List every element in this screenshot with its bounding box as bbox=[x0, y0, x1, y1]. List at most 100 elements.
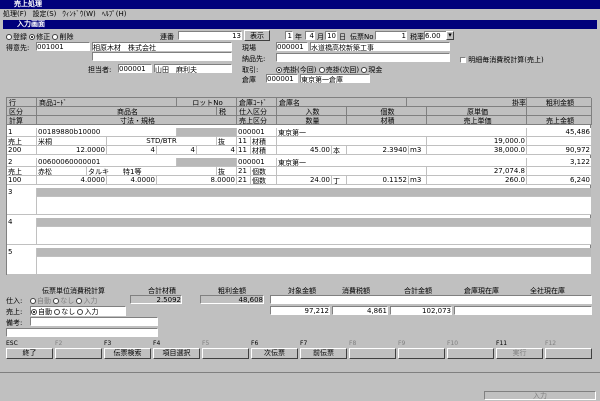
fkey-button[interactable] bbox=[545, 348, 592, 359]
fkey-f5[interactable]: F5 bbox=[202, 340, 249, 360]
row-iri[interactable] bbox=[277, 137, 427, 146]
row-sk[interactable]: 21 bbox=[237, 167, 251, 176]
shiire-none-radio[interactable]: なし bbox=[53, 297, 74, 305]
row-spec4[interactable]: 4 bbox=[197, 146, 237, 155]
fkey-f8[interactable]: F8 bbox=[349, 340, 396, 360]
row-soko[interactable]: 000001 bbox=[237, 158, 277, 167]
tanto-code-input[interactable]: 000001 bbox=[118, 64, 152, 73]
row-spec3[interactable]: 4 bbox=[157, 146, 197, 155]
fkey-esc[interactable]: ESC 終了 bbox=[6, 340, 53, 360]
mode-register-radio[interactable]: 登録 bbox=[6, 33, 27, 41]
row-uk-name: 個数 bbox=[251, 176, 277, 185]
fkey-button[interactable] bbox=[349, 348, 396, 359]
fkey-f2[interactable]: F2 bbox=[55, 340, 102, 360]
row-blank bbox=[527, 167, 592, 176]
meisai-checkbox[interactable]: 明細毎消費税計算(売上) bbox=[460, 55, 544, 65]
bikou-input[interactable] bbox=[30, 317, 158, 326]
menu-help[interactable]: ﾍﾙﾌﾟ(H) bbox=[102, 10, 127, 18]
row-lot[interactable] bbox=[177, 158, 237, 167]
fkey-button[interactable]: 終了 bbox=[6, 348, 53, 359]
day-input[interactable]: 10 bbox=[325, 31, 337, 40]
row-uk[interactable]: 21 bbox=[237, 176, 251, 185]
year-input[interactable]: 1 bbox=[285, 31, 293, 40]
row-iri[interactable] bbox=[277, 167, 427, 176]
row-keisan: 200 bbox=[7, 146, 37, 155]
row-code[interactable]: 00189880b10000 bbox=[37, 128, 177, 137]
tanto-label: 担当者: bbox=[88, 66, 112, 74]
fkey-f11[interactable]: F11 実行 bbox=[496, 340, 543, 360]
fkey-button[interactable]: 前伝票 bbox=[300, 348, 347, 359]
table-row[interactable]: 4 bbox=[7, 218, 592, 246]
fkey-f7[interactable]: F7 前伝票 bbox=[300, 340, 347, 360]
uriage-none-radio[interactable]: なし bbox=[54, 308, 75, 316]
torihiki-current-radio[interactable]: 売掛(今回) bbox=[276, 66, 316, 74]
row-genka[interactable]: 27,074.8 bbox=[427, 167, 527, 176]
shiire-input-radio[interactable]: 入力 bbox=[76, 297, 97, 305]
row-soko[interactable]: 000001 bbox=[237, 128, 277, 137]
fkey-button[interactable]: 次伝票 bbox=[251, 348, 298, 359]
slipno-input[interactable]: 1 bbox=[375, 31, 407, 40]
shiire-label: 仕入: bbox=[6, 297, 23, 305]
row-zei[interactable]: 抜 bbox=[217, 167, 237, 176]
menu-file[interactable]: 処理(F) bbox=[3, 10, 27, 18]
row-tanka[interactable]: 38,000.0 bbox=[427, 146, 527, 155]
month-input[interactable]: 4 bbox=[305, 31, 315, 40]
fkey-f12[interactable]: F12 bbox=[545, 340, 592, 360]
table-row[interactable]: 1 売上 200 00189880b10000 000001 東京第一 45,4… bbox=[7, 128, 592, 156]
col-zaiseki: 材積 bbox=[347, 116, 427, 125]
row-suryo[interactable]: 24.00 bbox=[277, 176, 332, 185]
fkey-button[interactable] bbox=[398, 348, 445, 359]
fkey-button[interactable] bbox=[202, 348, 249, 359]
row-spec1[interactable]: 4.0000 bbox=[37, 176, 107, 185]
uriage-input-radio[interactable]: 入力 bbox=[77, 308, 98, 316]
row-genka[interactable]: 19,000.0 bbox=[427, 137, 527, 146]
genba-code-input[interactable]: 000001 bbox=[276, 42, 308, 51]
fkey-button[interactable] bbox=[447, 348, 494, 359]
row-uk[interactable]: 11 bbox=[237, 146, 251, 155]
fkey-f3[interactable]: F3 伝票検索 bbox=[104, 340, 151, 360]
row-name[interactable]: 赤松 bbox=[37, 167, 87, 176]
soko-code-input[interactable]: 000001 bbox=[266, 74, 298, 83]
customer-code-input[interactable]: 001001 bbox=[36, 42, 90, 51]
row-tanka[interactable]: 260.0 bbox=[427, 176, 527, 185]
mode-edit-radio[interactable]: 修正 bbox=[29, 33, 50, 41]
row-spec2[interactable]: 4.0000 bbox=[107, 176, 157, 185]
app-title: 売上処理 bbox=[14, 0, 42, 8]
fkey-button[interactable]: 項目選択 bbox=[153, 348, 200, 359]
nohin-input[interactable] bbox=[276, 53, 450, 62]
torihiki-cash-radio[interactable]: 現金 bbox=[361, 66, 382, 74]
row-name[interactable]: 米桐 bbox=[37, 137, 107, 146]
fkey-button[interactable]: 伝票検索 bbox=[104, 348, 151, 359]
shiire-auto-radio[interactable]: 自動 bbox=[30, 297, 51, 305]
fkey-f9[interactable]: F9 bbox=[398, 340, 445, 360]
row-zei[interactable]: 抜 bbox=[217, 137, 237, 146]
year-label: 年 bbox=[295, 33, 302, 41]
row-code[interactable]: 00600060000001 bbox=[37, 158, 177, 167]
row-suryo[interactable]: 45.00 bbox=[277, 146, 332, 155]
fkey-f4[interactable]: F4 項目選択 bbox=[153, 340, 200, 360]
fkey-button[interactable]: 実行 bbox=[496, 348, 543, 359]
chevron-down-icon[interactable]: ▾ bbox=[446, 31, 454, 40]
table-row[interactable]: 2 売上 100 00600060000001 000001 東京第一 3,12… bbox=[7, 158, 592, 186]
menu-window[interactable]: ｳｨﾝﾄﾞｳ(W) bbox=[62, 10, 95, 18]
fkey-f6[interactable]: F6 次伝票 bbox=[251, 340, 298, 360]
menu-settings[interactable]: 設定(S) bbox=[33, 10, 57, 18]
fkey-button[interactable] bbox=[55, 348, 102, 359]
table-row[interactable]: 3 bbox=[7, 188, 592, 216]
fkey-code: F3 bbox=[104, 340, 112, 347]
row-spec1[interactable]: 12.0000 bbox=[37, 146, 107, 155]
row-spec2[interactable]: 4 bbox=[107, 146, 157, 155]
torihiki-next-radio[interactable]: 売掛(次回) bbox=[318, 66, 359, 74]
uriage-auto-radio[interactable]: 自動 bbox=[31, 308, 52, 316]
row-spec3[interactable]: 8.0000 bbox=[157, 176, 237, 185]
show-button[interactable]: 表示 bbox=[244, 30, 270, 41]
fkey-f10[interactable]: F10 bbox=[447, 340, 494, 360]
tax-field[interactable]: 4,861 bbox=[332, 306, 388, 315]
table-row[interactable]: 5 bbox=[7, 248, 592, 275]
bikou-input-2[interactable] bbox=[6, 328, 158, 337]
row-sk[interactable]: 11 bbox=[237, 137, 251, 146]
mode-delete-radio[interactable]: 削除 bbox=[52, 33, 73, 41]
row-lot[interactable] bbox=[177, 128, 237, 137]
renban-input[interactable]: 13 bbox=[178, 31, 242, 40]
fkey-code: F12 bbox=[545, 340, 557, 347]
